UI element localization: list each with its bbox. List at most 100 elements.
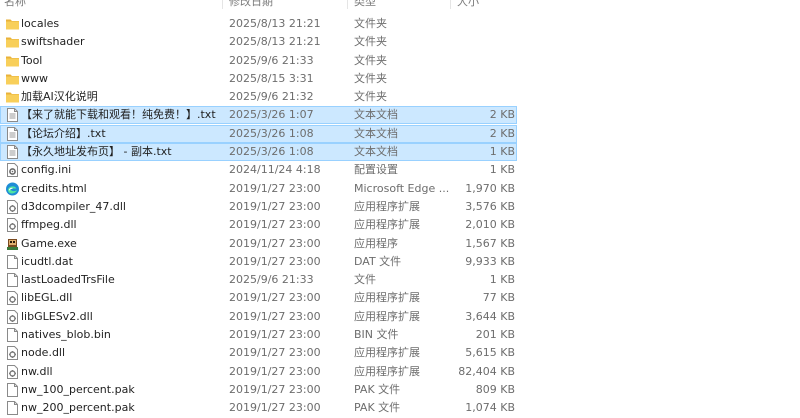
blank-file-icon [5,327,20,343]
file-name: icudtl.dat [21,254,73,268]
file-row[interactable]: d3dcompiler_47.dll 2019/1/27 23:00 应用程序扩展 3… [0,198,800,216]
file-row[interactable]: Game.exe 2019/1/27 23:00 应用程序 1,567 KB [0,235,800,253]
file-row[interactable]: lastLoadedTrsFile 2025/9/6 21:33 文件 1 KB [0,271,800,289]
file-row[interactable]: credits.html 2019/1/27 23:00 Microsoft Edg… [0,180,800,198]
blank-file-icon [5,400,20,416]
file-date: 2019/1/27 23:00 [229,181,321,195]
folder-icon [5,16,20,32]
column-header: 名称 修改日期 类型 大小 [0,0,800,9]
file-type: 文件夹 [354,35,387,49]
file-name: nw.dll [21,364,53,378]
file-type: Microsoft Edge ... [354,181,450,195]
file-row[interactable]: 【来了就能下载和观看！纯免费！】.txt 2025/3/26 1:07 文本文档 2 … [0,106,800,125]
file-name: d3dcompiler_47.dll [21,199,126,213]
file-row[interactable]: nw_100_percent.pak 2019/1/27 23:00 PAK 文件 8… [0,381,800,399]
folder-icon [5,53,20,69]
file-date: 2025/8/15 3:31 [229,71,314,85]
file-row[interactable]: 加载AI汉化说明 2025/9/6 21:32 文件夹 [0,88,800,106]
file-type: 文件 [354,273,376,287]
file-type: 应用程序扩展 [354,309,420,323]
file-type: 文件夹 [354,53,387,67]
file-row[interactable]: swiftshader 2025/8/13 21:21 文件夹 [0,33,800,51]
file-size: 2 KB [489,108,515,122]
file-name: ffmpeg.dll [21,218,77,232]
file-row[interactable]: node.dll 2019/1/27 23:00 应用程序扩展 5,615 KB [0,344,800,362]
file-row[interactable]: Tool 2025/9/6 21:33 文件夹 [0,52,800,70]
file-date: 2025/3/26 1:08 [229,145,314,159]
text-file-icon [5,107,20,123]
file-type: 应用程序 [354,236,398,250]
file-size: 2,010 KB [465,218,515,232]
file-size: 809 KB [475,382,515,396]
file-name: config.ini [21,163,72,177]
file-size: 5,615 KB [465,346,515,360]
file-row[interactable]: libGLESv2.dll 2019/1/27 23:00 应用程序扩展 3,644 … [0,308,800,326]
file-date: 2025/9/6 21:33 [229,53,314,67]
column-header-size[interactable]: 大小 [457,0,479,9]
file-type: 配置设置 [354,163,398,177]
file-date: 2024/11/24 4:18 [229,163,321,177]
file-date: 2025/8/13 21:21 [229,35,321,49]
column-header-type[interactable]: 类型 [354,0,376,9]
file-name: libGLESv2.dll [21,309,93,323]
file-size: 3,644 KB [465,309,515,323]
column-header-name[interactable]: 名称 [4,0,26,9]
file-name: natives_blob.bin [21,328,111,342]
file-size: 1 KB [489,273,515,287]
dll-file-icon [5,345,20,361]
file-name: lastLoadedTrsFile [21,273,115,287]
file-type: PAK 文件 [354,401,401,415]
file-row[interactable]: nw_200_percent.pak 2019/1/27 23:00 PAK 文件 1… [0,399,800,417]
file-row[interactable]: 【论坛介绍】.txt 2025/3/26 1:08 文本文档 2 KB [0,124,800,143]
file-name: locales [21,17,60,30]
file-name: Game.exe [21,236,77,250]
blank-file-icon [5,272,20,288]
folder-icon [5,34,20,50]
file-date: 2025/9/6 21:33 [229,273,314,287]
file-row[interactable]: config.ini 2024/11/24 4:18 配置设置 1 KB [0,161,800,179]
column-header-date[interactable]: 修改日期 [229,0,273,9]
file-type: DAT 文件 [354,254,402,268]
file-date: 2025/3/26 1:07 [229,108,314,122]
file-date: 2019/1/27 23:00 [229,218,321,232]
file-size: 201 KB [475,328,515,342]
file-name: www [21,71,48,85]
file-type: 应用程序扩展 [354,364,420,378]
folder-icon [5,89,20,105]
file-name: credits.html [21,181,87,195]
file-type: BIN 文件 [354,328,399,342]
file-row[interactable]: nw.dll 2019/1/27 23:00 应用程序扩展 82,404 KB [0,363,800,381]
file-date: 2025/8/13 21:21 [229,17,321,30]
file-row[interactable]: 【永久地址发布页】 - 副本.txt 2025/3/26 1:08 文本文档 1 KB [0,143,800,162]
dll-file-icon [5,364,20,380]
file-type: 应用程序扩展 [354,346,420,360]
file-row[interactable]: libEGL.dll 2019/1/27 23:00 应用程序扩展 77 KB [0,289,800,307]
file-date: 2019/1/27 23:00 [229,236,321,250]
file-name: swiftshader [21,35,85,49]
file-date: 2019/1/27 23:00 [229,401,321,415]
file-name: Tool [21,53,43,67]
blank-file-icon [5,382,20,398]
file-row[interactable]: www 2025/8/15 3:31 文件夹 [0,70,800,88]
file-size: 2 KB [489,126,515,140]
file-size: 77 KB [482,291,515,305]
file-size: 1,074 KB [465,401,515,415]
file-name: 【来了就能下载和观看！纯免费！】.txt [21,108,216,122]
file-type: 应用程序扩展 [354,218,420,232]
dll-file-icon [5,199,20,215]
file-date: 2019/1/27 23:00 [229,346,321,360]
file-date: 2019/1/27 23:00 [229,254,321,268]
file-type: 文件夹 [354,17,387,30]
file-date: 2019/1/27 23:00 [229,328,321,342]
file-row[interactable]: natives_blob.bin 2019/1/27 23:00 BIN 文件 201… [0,326,800,344]
file-name: libEGL.dll [21,291,73,305]
file-date: 2019/1/27 23:00 [229,309,321,323]
dll-file-icon [5,309,20,325]
file-row[interactable]: icudtl.dat 2019/1/27 23:00 DAT 文件 9,933 KB [0,253,800,271]
file-name: 加载AI汉化说明 [21,90,98,104]
folder-icon [5,71,20,87]
edge-icon [5,181,20,197]
file-row[interactable]: locales 2025/8/13 21:21 文件夹 [0,15,800,33]
file-row[interactable]: ffmpeg.dll 2019/1/27 23:00 应用程序扩展 2,010 KB [0,216,800,234]
text-file-icon [5,126,20,142]
